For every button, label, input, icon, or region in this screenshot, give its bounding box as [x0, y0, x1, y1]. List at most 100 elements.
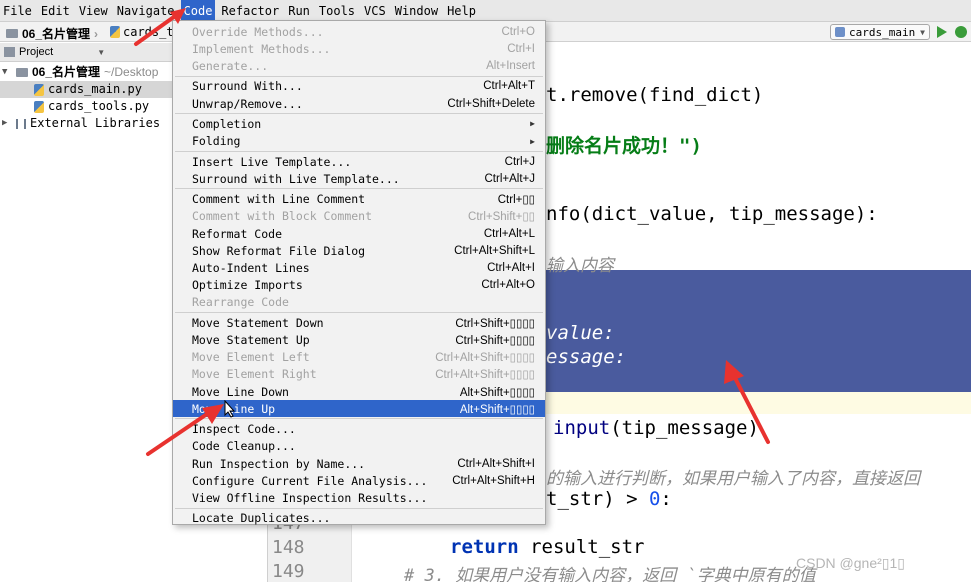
menu-item-implement-methods[interactable]: Implement Methods... Ctrl+I [173, 40, 545, 57]
tree-root-path: ~/Desktop [104, 65, 159, 79]
menu-item-comment-with-line-comment[interactable]: Comment with Line Comment Ctrl+▯▯ [173, 191, 545, 208]
tree-root-folder[interactable]: ▼ 06_名片管理 ~/Desktop [2, 64, 158, 81]
code-line: 输入内容 [546, 256, 614, 276]
menu-item-label: Completion [192, 116, 262, 131]
code-token: input [553, 417, 611, 439]
menu-item-label: Locate Duplicates... [192, 511, 331, 526]
tree-file-cards-main[interactable]: cards_main.py [0, 81, 172, 98]
menu-item-label: Show Reformat File Dialog [192, 243, 366, 258]
tree-file-label: cards_main.py [48, 82, 142, 96]
menu-item-label: Move Line Down [192, 384, 289, 399]
menu-item-insert-live-template[interactable]: Insert Live Template... Ctrl+J [173, 153, 545, 170]
annotation-arrow-icon [134, 8, 186, 46]
menu-item-label: Move Element Right [192, 367, 317, 382]
menu-item-shortcut: Ctrl+Alt+Shift+▯▯▯▯ [435, 369, 535, 382]
python-file-icon [34, 100, 44, 113]
menu-item-label: Auto-Indent Lines [192, 260, 310, 275]
code-token: 0 [648, 488, 661, 510]
menu-item-move-statement-down[interactable]: Move Statement Down Ctrl+Shift+▯▯▯▯ [173, 314, 545, 331]
breadcrumb-project-label: 06_名片管理 [22, 27, 91, 41]
expand-arrow-icon[interactable]: ▶ [2, 115, 12, 132]
menu-item-show-reformat-file-dialog[interactable]: Show Reformat File Dialog Ctrl+Alt+Shift+… [173, 242, 545, 259]
menu-separator [175, 188, 543, 190]
menu-item-shortcut: Alt+Insert [486, 59, 535, 72]
menu-item-shortcut: Ctrl+I [507, 42, 535, 55]
menu-item-configure-current-file-analysis[interactable]: Configure Current File Analysis... Ctrl+A… [173, 472, 545, 489]
menu-item-reformat-code[interactable]: Reformat Code Ctrl+Alt+L [173, 225, 545, 242]
menu-item-surround-with[interactable]: Surround With... Ctrl+Alt+T [173, 78, 545, 95]
line-number: 148 [272, 537, 305, 558]
menu-item-move-statement-up[interactable]: Move Statement Up Ctrl+Shift+▯▯▯▯ [173, 331, 545, 348]
menu-item-comment-with-block-comment[interactable]: Comment with Block Comment Ctrl+Shift+▯▯ [173, 208, 545, 225]
menu-item-generate[interactable]: Generate... Alt+Insert [173, 57, 545, 74]
menu-item-shortcut: Ctrl+Alt+Shift+L [454, 244, 535, 257]
menu-item-shortcut: Alt+Shift+▯▯▯▯ [459, 403, 535, 416]
menu-item-shortcut: Ctrl+Shift+▯▯▯▯ [455, 317, 535, 330]
mouse-cursor-icon [224, 400, 236, 418]
menu-item-shortcut: Ctrl+▯▯ [497, 194, 535, 207]
python-file-icon [34, 83, 44, 96]
code-line: t.remove(find_dict) [546, 84, 764, 106]
menu-item-shortcut: Ctrl+Alt+I [487, 261, 535, 274]
menu-item-shortcut: Ctrl+Alt+Shift+I [457, 457, 535, 470]
menu-item-unwrap-remove[interactable]: Unwrap/Remove... Ctrl+Shift+Delete [173, 95, 545, 112]
menu-refactor[interactable]: Refactor [218, 0, 282, 22]
code-line: 的输入进行判断，如果用户输入了内容，直接返回 [546, 469, 920, 489]
tree-external-libraries[interactable]: ▶ External Libraries [2, 115, 160, 132]
run-configuration-select[interactable]: cards_main ▼ [830, 24, 930, 40]
python-file-icon [110, 26, 120, 38]
menu-run[interactable]: Run [285, 0, 313, 22]
menu-item-auto-indent-lines[interactable]: Auto-Indent Lines Ctrl+Alt+I [173, 259, 545, 276]
menu-file[interactable]: File [0, 0, 35, 22]
menu-item-label: Move Element Left [192, 350, 310, 365]
debug-button[interactable] [955, 26, 967, 38]
menu-item-label: Generate... [192, 58, 269, 73]
submenu-arrow-icon: ▶ [530, 119, 535, 129]
menu-item-move-element-left[interactable]: Move Element Left Ctrl+Alt+Shift+▯▯▯▯ [173, 349, 545, 366]
code-token: : [660, 488, 672, 510]
menu-edit[interactable]: Edit [38, 0, 73, 22]
menu-item-label: Code Cleanup... [192, 439, 296, 454]
menu-item-label: Move Statement Up [192, 332, 310, 347]
menu-vcs[interactable]: VCS [361, 0, 389, 22]
menu-tools[interactable]: Tools [316, 0, 358, 22]
expand-arrow-icon[interactable]: ▼ [2, 64, 12, 81]
menu-window[interactable]: Window [392, 0, 441, 22]
menu-item-shortcut: Ctrl+Alt+L [483, 227, 535, 240]
menu-separator [175, 150, 543, 152]
menu-item-completion[interactable]: Completion ▶ [173, 115, 545, 132]
menu-item-label: View Offline Inspection Results... [192, 490, 428, 505]
menu-item-shortcut: Ctrl+Shift+Delete [447, 97, 535, 110]
menu-item-label: Insert Live Template... [192, 154, 352, 169]
python-config-icon [835, 27, 845, 37]
chevron-down-icon: ▼ [97, 47, 106, 57]
menu-item-folding[interactable]: Folding ▶ [173, 133, 545, 150]
menu-item-view-offline-inspection-results[interactable]: View Offline Inspection Results... [173, 489, 545, 506]
breadcrumb-project[interactable]: 06_名片管理 › [6, 25, 98, 42]
tree-file-cards-tools[interactable]: cards_tools.py [34, 98, 149, 115]
tree-external-label: External Libraries [30, 116, 161, 130]
project-panel-title: Project [19, 46, 54, 58]
menu-help[interactable]: Help [444, 0, 479, 22]
menu-item-label: Comment with Block Comment [192, 209, 373, 224]
menu-item-rearrange-code[interactable]: Rearrange Code [173, 294, 545, 311]
menu-item-label: Rearrange Code [192, 295, 289, 310]
menu-item-surround-with-live-template[interactable]: Surround with Live Template... Ctrl+Alt+J [173, 170, 545, 187]
menu-item-label: Override Methods... [192, 24, 324, 39]
menu-item-shortcut: Ctrl+J [504, 155, 535, 168]
menu-item-override-methods[interactable]: Override Methods... Ctrl+O [173, 23, 545, 40]
chevron-down-icon: ▼ [920, 27, 925, 37]
menu-item-label: Surround With... [192, 79, 303, 94]
code-token: t_str) > [546, 488, 649, 510]
project-icon [4, 47, 15, 57]
run-button[interactable] [937, 26, 947, 38]
folder-icon [6, 29, 18, 38]
menu-item-optimize-imports[interactable]: Optimize Imports Ctrl+Alt+O [173, 277, 545, 294]
code-line: # 3. 如果用户没有输入内容，返回 `字典中原有的值 [404, 566, 816, 582]
menu-view[interactable]: View [76, 0, 111, 22]
menu-item-label: Optimize Imports [192, 278, 303, 293]
menu-separator [175, 113, 543, 115]
menu-separator [175, 75, 543, 77]
menu-item-locate-duplicates[interactable]: Locate Duplicates... [173, 510, 545, 527]
menu-item-move-element-right[interactable]: Move Element Right Ctrl+Alt+Shift+▯▯▯▯ [173, 366, 545, 383]
